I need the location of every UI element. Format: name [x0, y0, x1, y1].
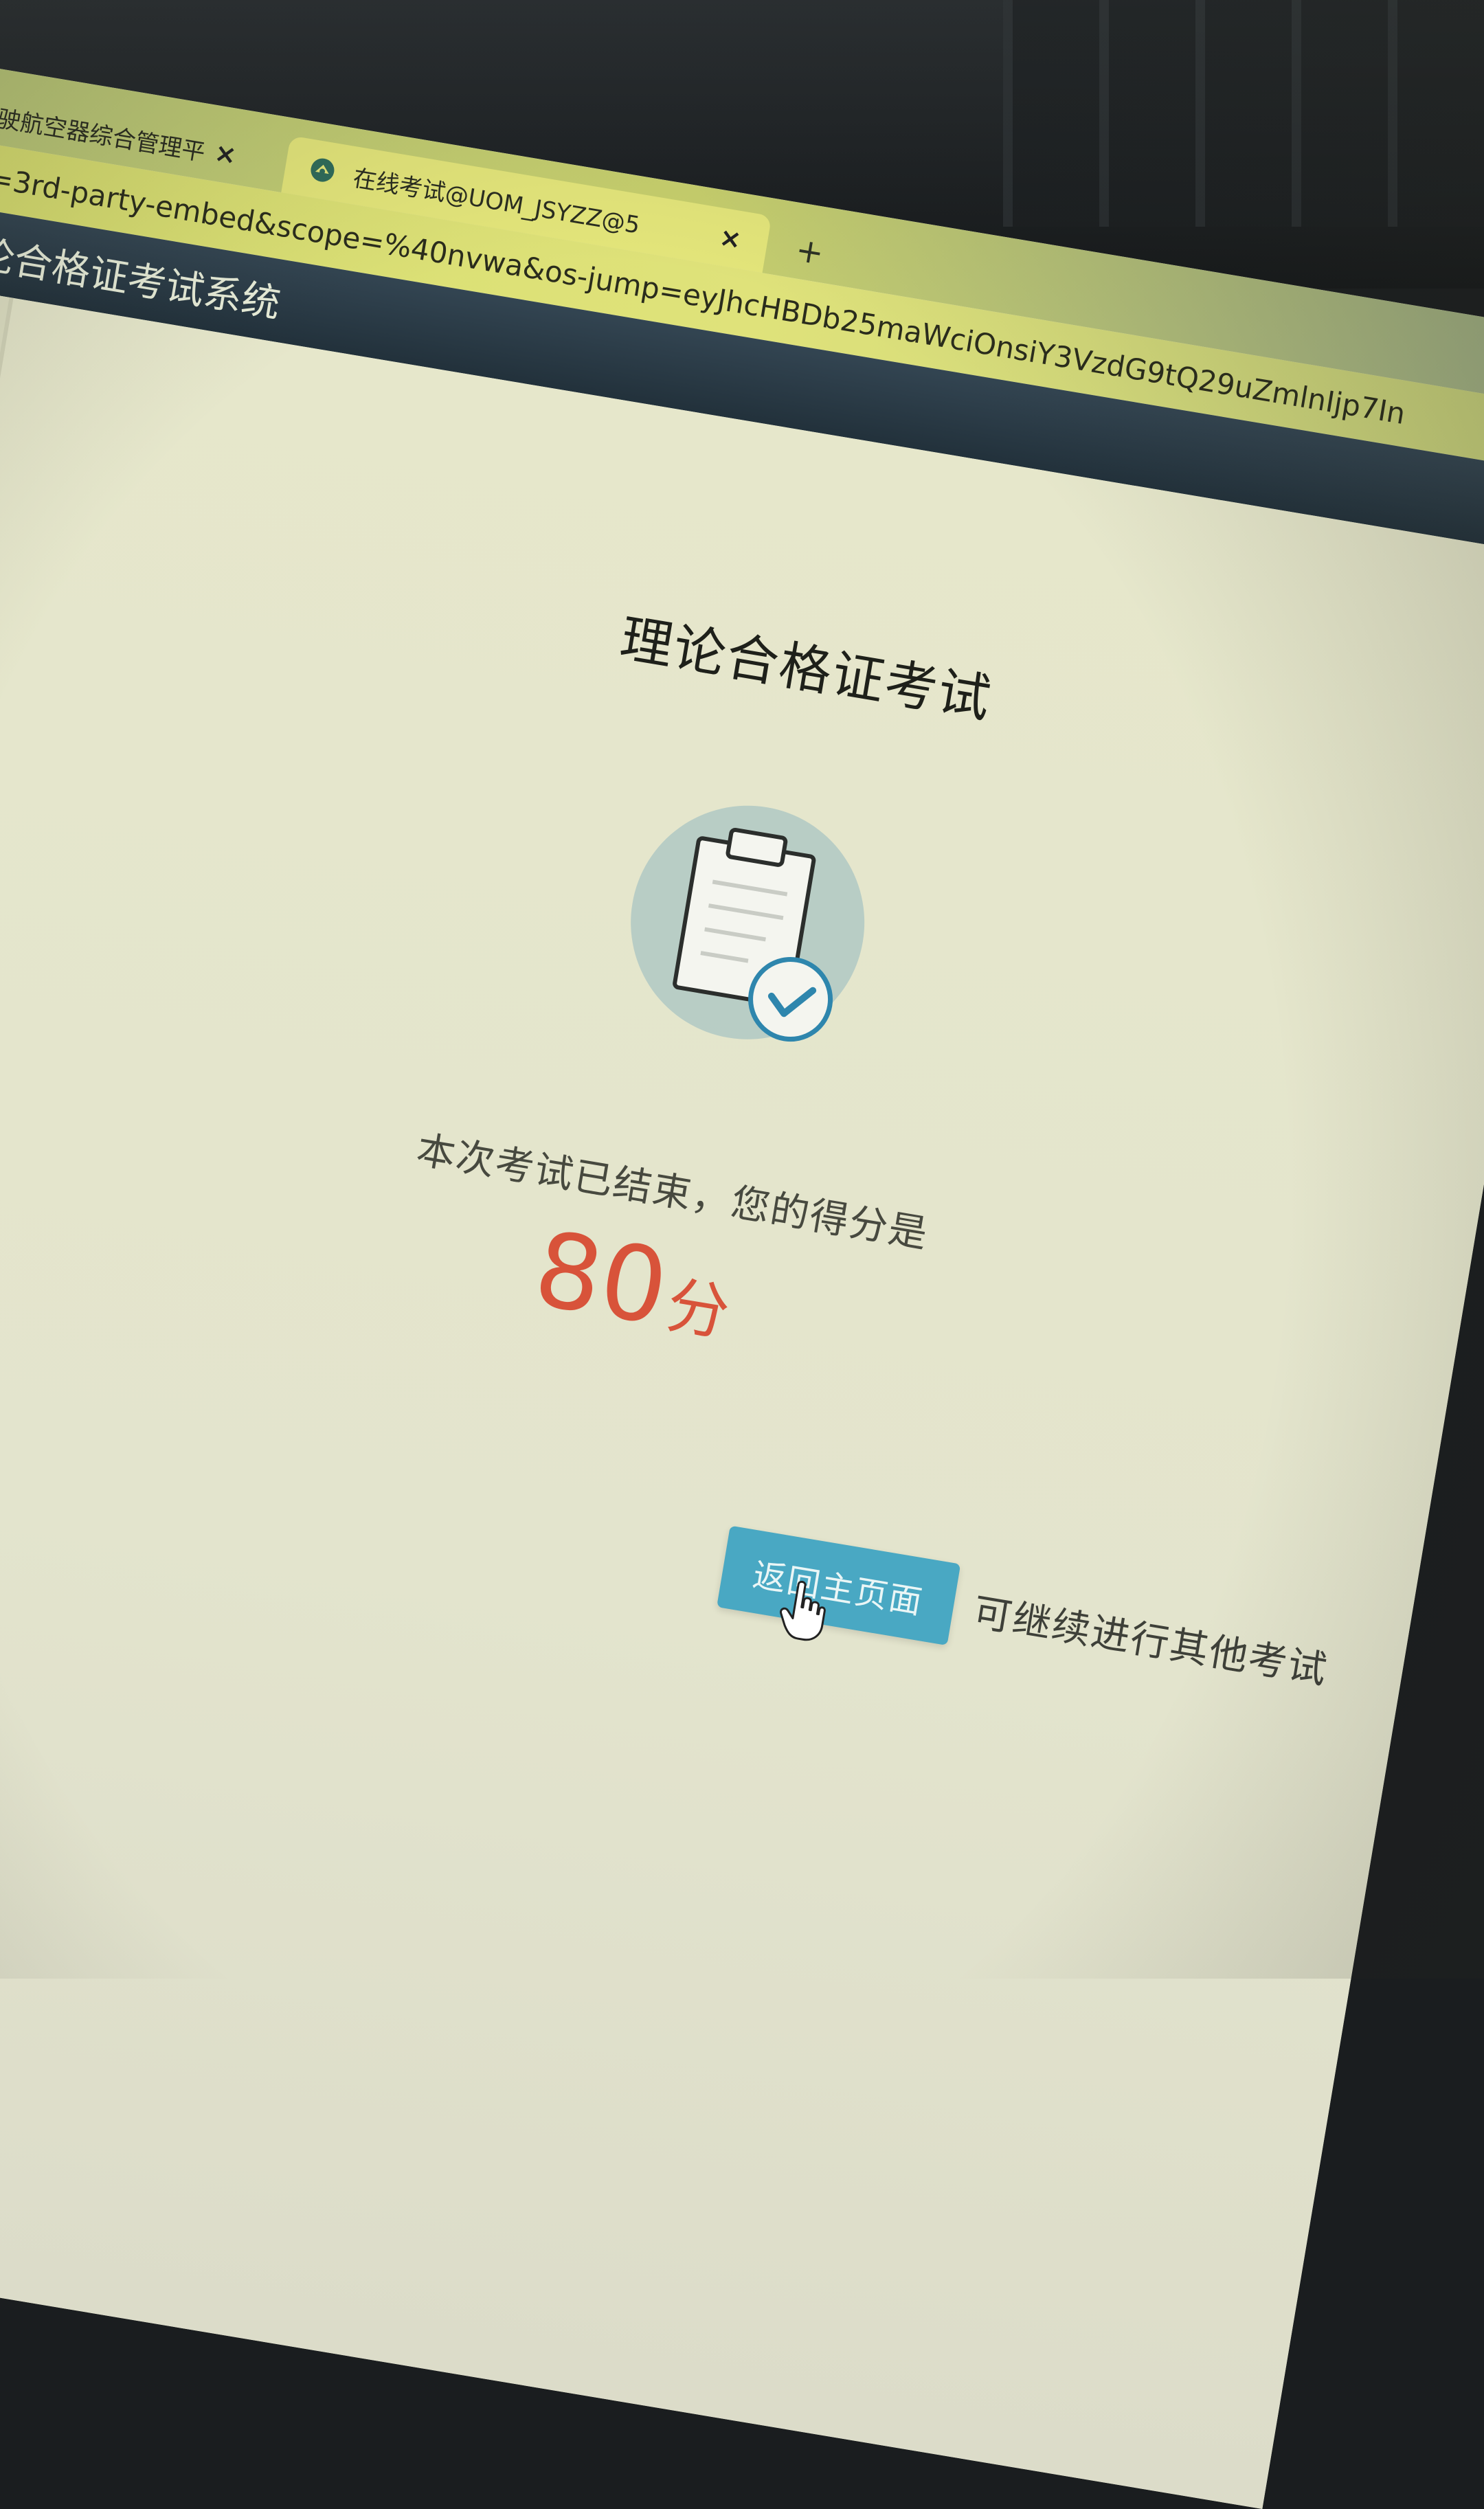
background-shelf — [1003, 0, 1484, 227]
score-unit: 分 — [662, 1268, 735, 1351]
score-value: 80 — [526, 1209, 676, 1349]
return-home-button[interactable]: 返回主页面 — [717, 1525, 961, 1646]
site-favicon-icon — [311, 158, 335, 182]
monitor-screen: 用无人驾驶航空器综合管理平 × 在线考试@UOM_JSYZZ@5 × + ame… — [0, 55, 1484, 2509]
exam-title: 理论合格证考试 — [616, 607, 996, 730]
hand-pointer-icon — [780, 1581, 826, 1641]
clipboard-check-icon — [611, 788, 895, 1072]
new-tab-button[interactable]: + — [787, 229, 831, 273]
score-display: 80 分 — [527, 1209, 741, 1360]
exam-result-panel: 理论合格证考试 本次考试已结束，您的得分是 80 分 返回主页面 可继续进行其他… — [0, 321, 1484, 2509]
continue-hint: 可继续进行其他考试 — [969, 1590, 1331, 1694]
close-tab-icon[interactable]: × — [715, 221, 747, 256]
page-body: 理论合格证考试 本次考试已结束，您的得分是 80 分 返回主页面 可继续进行其他… — [0, 275, 1484, 2509]
close-tab-icon[interactable]: × — [210, 137, 242, 171]
